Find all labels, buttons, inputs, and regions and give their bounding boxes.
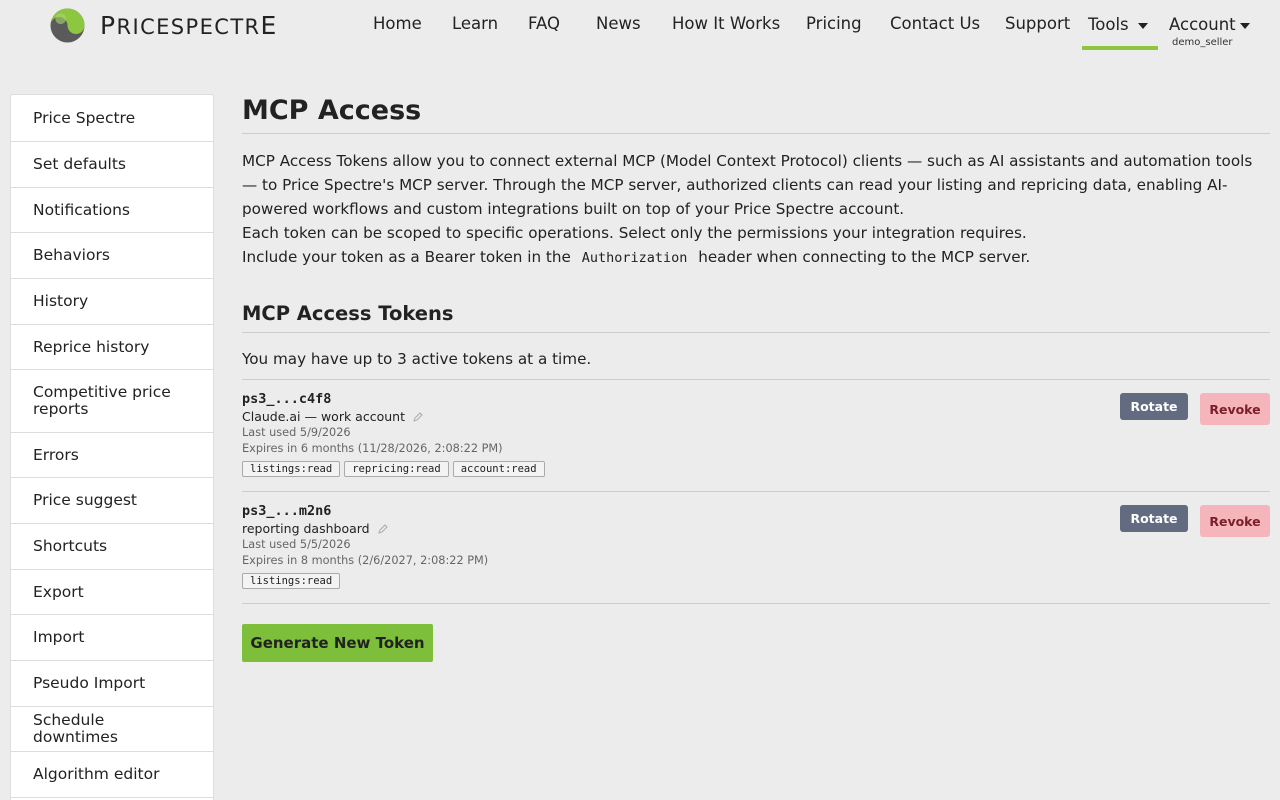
tools-sidebar: Price Spectre Set defaults Notifications…: [10, 94, 214, 800]
scope-badge: listings:read: [242, 461, 341, 477]
nav-learn[interactable]: Learn: [452, 14, 498, 33]
token-row: ps3_...m2n6 reporting dashboard Last use…: [242, 492, 1270, 604]
token-last-used: Last used 5/5/2026: [242, 538, 351, 551]
nav-tools-menu[interactable]: Tools: [1082, 0, 1158, 50]
authorization-header-code: Authorization: [581, 250, 688, 266]
mcp-description: MCP Access Tokens allow you to connect e…: [242, 149, 1270, 270]
sidebar-item-shortcuts[interactable]: Shortcuts: [11, 524, 213, 570]
token-name: Claude.ai — work account: [242, 408, 1270, 425]
token-limit-note: You may have up to 3 active tokens at a …: [242, 350, 592, 368]
page-title: MCP Access: [242, 94, 1270, 134]
nav-pricing[interactable]: Pricing: [806, 14, 862, 33]
scope-badge: account:read: [452, 461, 545, 477]
section-title: MCP Access Tokens: [242, 302, 1270, 333]
nav-contact-us[interactable]: Contact Us: [890, 14, 980, 33]
nav-tools-label: Tools: [1088, 15, 1129, 34]
nav-home[interactable]: Home: [373, 14, 422, 33]
sidebar-item-reprice-history[interactable]: Reprice history: [11, 325, 213, 370]
rotate-button[interactable]: Rotate: [1120, 505, 1188, 532]
nav-faq[interactable]: FAQ: [528, 14, 560, 33]
chevron-down-icon: [1138, 23, 1148, 29]
sidebar-item-notifications[interactable]: Notifications: [11, 188, 213, 233]
sidebar-item-export[interactable]: Export: [11, 570, 213, 615]
sidebar-item-price-suggest[interactable]: Price suggest: [11, 478, 213, 524]
brand-name: PRICESPECTRE: [100, 10, 278, 40]
description-paragraph: Each token can be scoped to specific ope…: [242, 224, 1027, 242]
revoke-button[interactable]: Revoke: [1200, 505, 1270, 537]
token-scopes: listings:read repricing:read account:rea…: [242, 461, 1270, 477]
nav-how-it-works[interactable]: How It Works: [672, 14, 780, 33]
nav-account-label: Account: [1169, 15, 1236, 34]
nav-news[interactable]: News: [596, 14, 641, 33]
token-expires: Expires in 6 months (11/28/2026, 2:08:22…: [242, 442, 503, 455]
token-last-used: Last used 5/9/2026: [242, 426, 351, 439]
revoke-button[interactable]: Revoke: [1200, 393, 1270, 425]
sidebar-item-errors[interactable]: Errors: [11, 433, 213, 478]
chevron-down-icon: [1240, 23, 1250, 29]
brand-logo[interactable]: PRICESPECTRE: [50, 7, 278, 43]
description-paragraph: MCP Access Tokens allow you to connect e…: [242, 152, 1253, 218]
description-paragraph: Include your token as a Bearer token in …: [242, 248, 1031, 266]
scope-badge: listings:read: [242, 573, 341, 589]
rotate-button[interactable]: Rotate: [1120, 393, 1188, 420]
top-navigation: PRICESPECTRE Home Learn FAQ News How It …: [0, 0, 1280, 56]
sidebar-item-price-spectre[interactable]: Price Spectre: [11, 95, 213, 142]
token-row: ps3_...c4f8 Claude.ai — work account Las…: [242, 380, 1270, 492]
token-expires: Expires in 8 months (2/6/2027, 2:08:22 P…: [242, 554, 489, 567]
nav-support[interactable]: Support: [1005, 14, 1070, 33]
sidebar-item-import[interactable]: Import: [11, 615, 213, 661]
token-list: ps3_...c4f8 Claude.ai — work account Las…: [242, 379, 1270, 604]
yin-yang-logo-icon: [50, 7, 85, 43]
nav-account-menu[interactable]: Account demo_seller: [1169, 15, 1259, 55]
sidebar-item-set-defaults[interactable]: Set defaults: [11, 142, 213, 188]
sidebar-item-algorithm-editor[interactable]: Algorithm editor: [11, 752, 213, 798]
pencil-icon[interactable]: [413, 411, 423, 422]
token-scopes: listings:read: [242, 573, 1270, 589]
sidebar-item-schedule-downtimes[interactable]: Schedule downtimes: [11, 707, 213, 752]
sidebar-item-pseudo-import[interactable]: Pseudo Import: [11, 661, 213, 707]
token-name: reporting dashboard: [242, 520, 1270, 537]
pencil-icon[interactable]: [377, 523, 388, 534]
account-username: demo_seller: [1172, 37, 1233, 48]
generate-new-token-button[interactable]: Generate New Token: [242, 624, 433, 662]
sidebar-item-competitive-price-reports[interactable]: Competitive price reports: [11, 370, 213, 433]
token-id: ps3_...c4f8: [242, 391, 332, 407]
scope-badge: repricing:read: [344, 461, 449, 477]
main-content: MCP Access MCP Access Tokens allow you t…: [242, 94, 1270, 662]
token-id: ps3_...m2n6: [242, 503, 332, 519]
sidebar-item-behaviors[interactable]: Behaviors: [11, 233, 213, 279]
sidebar-item-history[interactable]: History: [11, 279, 213, 325]
